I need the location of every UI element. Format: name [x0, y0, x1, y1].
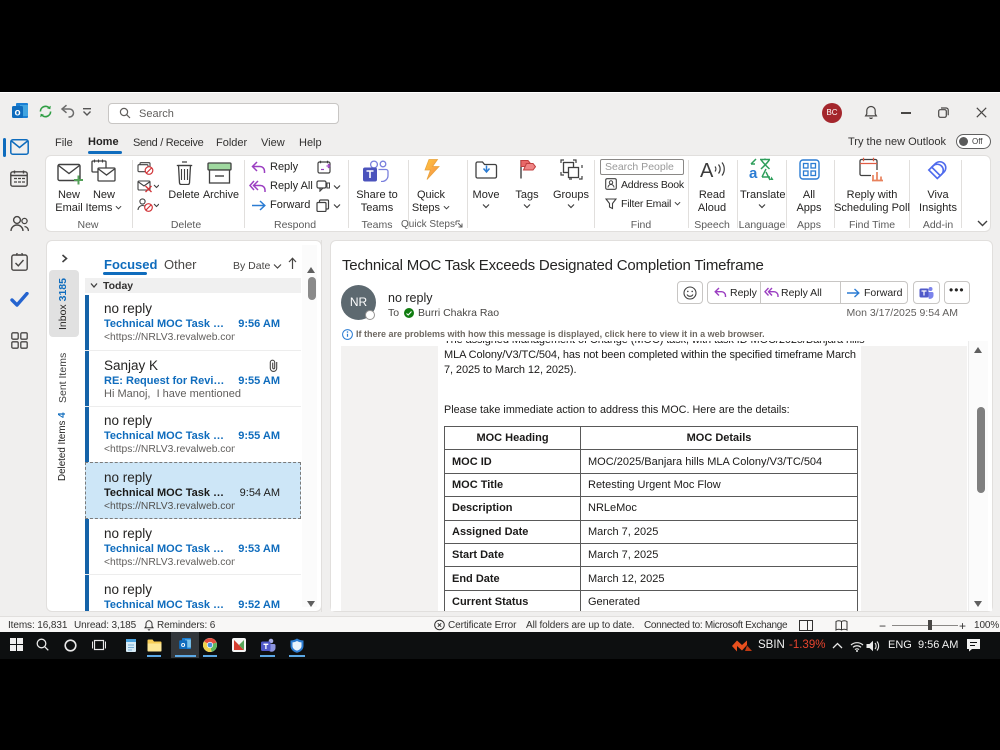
svg-text:o: o: [181, 640, 186, 649]
svg-text:o: o: [14, 108, 20, 119]
svg-text:a: a: [749, 165, 758, 182]
